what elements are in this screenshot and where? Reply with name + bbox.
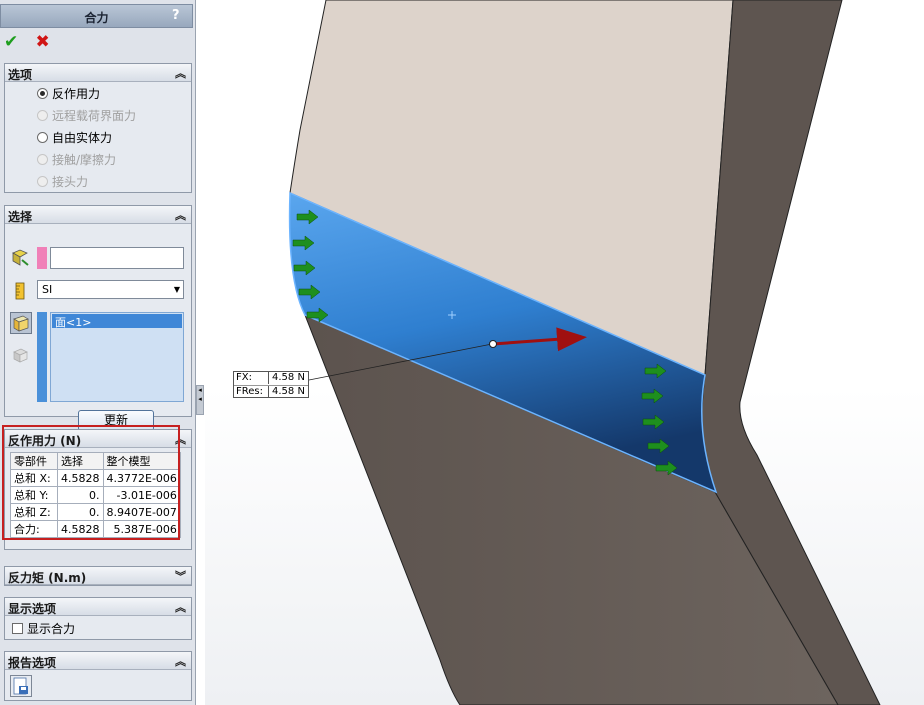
options-header[interactable]: 选项 ︽ — [5, 64, 191, 82]
radio-icon — [37, 132, 48, 143]
save-report-icon[interactable] — [10, 675, 32, 697]
radio-contact-friction-force: 接触/摩擦力 — [37, 151, 116, 167]
panel-title: 合力 — [84, 11, 109, 25]
radio-free-body-force[interactable]: 自由实体力 — [37, 129, 112, 145]
expand-chevron-icon[interactable]: ︾ — [175, 568, 186, 584]
report-options-header-label: 报告选项 — [8, 656, 57, 670]
report-options-body — [5, 670, 191, 700]
entity-selection-field[interactable] — [50, 247, 184, 269]
list-item[interactable]: 面<1> — [52, 314, 182, 329]
ok-button[interactable]: ✔ — [4, 32, 24, 52]
collapse-chevron-icon[interactable]: ︽ — [175, 599, 186, 615]
display-options-header-label: 显示选项 — [8, 602, 57, 616]
selected-faces-list[interactable]: 面<1> — [50, 312, 184, 402]
radio-icon — [37, 154, 48, 165]
options-header-label: 选项 — [8, 68, 33, 82]
help-icon[interactable]: ? — [172, 8, 186, 24]
face-selection-icon[interactable] — [10, 312, 32, 334]
ok-cancel-bar: ✔ ✖ — [4, 32, 56, 52]
radio-remote-load-interface-force: 远程载荷界面力 — [37, 107, 136, 123]
collapse-chevron-icon[interactable]: ︽ — [175, 653, 186, 669]
reaction-moment-header-label: 反力矩 (N.m) — [8, 571, 87, 585]
chevron-down-icon: ▼ — [173, 285, 180, 294]
collapse-chevron-icon[interactable]: ︽ — [175, 65, 186, 81]
units-select[interactable]: SI ▼ — [37, 280, 184, 299]
radio-connector-force: 接头力 — [37, 173, 88, 189]
radio-icon — [37, 176, 48, 187]
selection-list-color-bar — [37, 312, 47, 402]
selection-group: 选择 ︽ SI ▼ 面<1> 更新 — [4, 205, 192, 431]
units-ruler-icon — [15, 282, 25, 300]
show-resultant-checkbox[interactable]: 显示合力 — [12, 620, 75, 637]
display-options-header[interactable]: 显示选项 ︽ — [5, 598, 191, 616]
selection-header-label: 选择 — [8, 210, 33, 224]
component-selection-icon — [13, 348, 28, 363]
cancel-button[interactable]: ✖ — [36, 32, 56, 52]
panel-titlebar: 合力 ? — [0, 4, 193, 28]
selection-body: SI ▼ 面<1> 更新 — [5, 224, 191, 431]
radio-icon — [37, 88, 48, 99]
radio-icon — [37, 110, 48, 121]
panel-collapse-handle[interactable]: ◂ ◂ — [196, 385, 204, 415]
highlight-annotation-box — [2, 425, 180, 540]
resultant-origin-marker — [489, 340, 497, 348]
report-options-header[interactable]: 报告选项 ︽ — [5, 652, 191, 670]
graphics-viewport[interactable] — [205, 0, 924, 705]
callout-row-fx: FX: 4.58 N — [234, 372, 308, 385]
selection-header[interactable]: 选择 ︽ — [5, 206, 191, 224]
display-options-group: 显示选项 ︽ 显示合力 — [4, 597, 192, 640]
options-group: 选项 ︽ 反作用力 远程载荷界面力 自由实体力 接触/摩擦力 接头力 — [4, 63, 192, 193]
selection-color-swatch — [37, 247, 47, 269]
model-scene — [288, 0, 881, 705]
collapse-chevron-icon[interactable]: ︽ — [175, 207, 186, 223]
report-options-group: 报告选项 ︽ — [4, 651, 192, 701]
radio-reaction-force[interactable]: 反作用力 — [37, 85, 100, 101]
checkbox-icon — [12, 623, 23, 634]
property-manager: 合力 ? ✔ ✖ 选项 ︽ 反作用力 远程载荷界面力 自由实体力 接触/摩擦力 … — [0, 0, 196, 705]
callout-row-fres: FRes: 4.58 N — [234, 385, 308, 398]
options-body: 反作用力 远程载荷界面力 自由实体力 接触/摩擦力 接头力 — [5, 82, 191, 192]
reaction-moment-header[interactable]: 反力矩 (N.m) ︾ — [5, 567, 191, 585]
force-callout: FX: 4.58 N FRes: 4.58 N — [233, 371, 309, 398]
reaction-moment-group: 反力矩 (N.m) ︾ — [4, 566, 192, 586]
entity-selection-icon — [12, 249, 29, 266]
